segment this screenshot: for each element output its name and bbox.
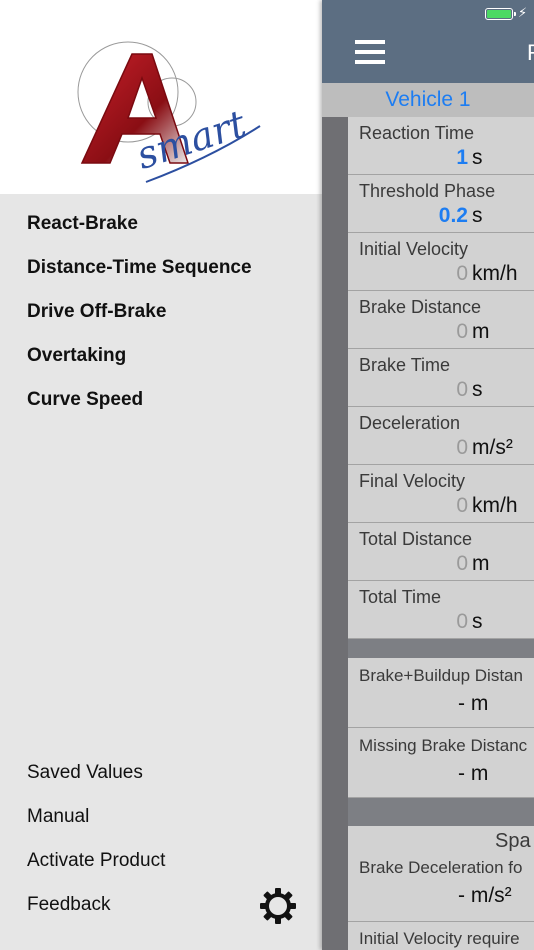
result-brake-deceleration: Brake Deceleration fo - m/s² — [348, 826, 534, 922]
side-strip — [322, 117, 348, 950]
side-drawer: smart React-Brake Distance-Time Sequence… — [0, 0, 322, 950]
deceleration-input[interactable]: 0 — [456, 436, 468, 460]
total-distance-input[interactable]: 0 — [456, 552, 468, 576]
main-menu: React-Brake Distance-Time Sequence Drive… — [27, 202, 252, 422]
result-label: Initial Velocity require — [359, 929, 520, 948]
row-label: Final Velocity — [359, 471, 466, 491]
row-label: Threshold Phase — [359, 181, 496, 201]
row-unit: s — [472, 610, 483, 633]
battery-icon — [485, 8, 516, 20]
row-unit: s — [472, 146, 483, 169]
threshold-phase-input[interactable]: 0.2 — [439, 204, 468, 228]
result-value: - m — [458, 692, 489, 715]
menu-item-curve-speed[interactable]: Curve Speed — [27, 378, 252, 422]
row-label: Brake Time — [359, 355, 451, 375]
row-threshold-phase: Threshold Phase 0.2 s — [348, 175, 534, 233]
hamburger-menu-icon[interactable] — [355, 40, 385, 64]
result-label: Missing Brake Distanc — [359, 736, 528, 755]
tab-vehicle-1[interactable]: Vehicle 1 — [322, 83, 534, 117]
final-velocity-input[interactable]: 0 — [456, 494, 468, 518]
brake-distance-input[interactable]: 0 — [456, 320, 468, 344]
secondary-menu: Saved Values Manual Activate Product Fee… — [27, 751, 165, 927]
logo-text: smart — [131, 101, 251, 178]
total-time-input[interactable]: 0 — [456, 610, 468, 634]
result-label: Brake+Buildup Distan — [359, 666, 523, 685]
row-initial-velocity: Initial Velocity 0 km/h — [348, 233, 534, 291]
row-label: Total Distance — [359, 529, 473, 549]
menu-item-overtaking[interactable]: Overtaking — [27, 334, 252, 378]
row-unit: s — [472, 378, 483, 401]
result-label: Brake Deceleration fo — [359, 858, 523, 877]
nav-bar: ⚡ R — [322, 0, 534, 83]
results-box: Brake+Buildup Distan - m Missing Brake D… — [348, 658, 534, 798]
section-box: Spa Brake Deceleration fo - m/s² Initial… — [348, 826, 534, 950]
row-final-velocity: Final Velocity 0 km/h — [348, 465, 534, 523]
reaction-time-input[interactable]: 1 — [456, 146, 468, 170]
row-unit: m/s² — [472, 436, 513, 459]
row-deceleration: Deceleration 0 m/s² — [348, 407, 534, 465]
menu-item-saved-values[interactable]: Saved Values — [27, 751, 165, 795]
row-label: Deceleration — [359, 413, 461, 433]
row-label: Initial Velocity — [359, 239, 469, 259]
menu-item-activate-product[interactable]: Activate Product — [27, 839, 165, 883]
row-total-distance: Total Distance 0 m — [348, 523, 534, 581]
menu-item-drive-off-brake[interactable]: Drive Off-Brake — [27, 290, 252, 334]
result-value: - m — [458, 762, 489, 785]
row-unit: m — [472, 552, 490, 575]
calculator-panel: ⚡ R Vehicle 1 Reaction Time 1 s Threshol… — [322, 0, 534, 950]
menu-item-react-brake[interactable]: React-Brake — [27, 202, 252, 246]
app-logo: smart — [77, 41, 261, 183]
charging-icon: ⚡ — [518, 5, 528, 20]
row-total-time: Total Time 0 s — [348, 581, 534, 639]
gear-icon[interactable] — [258, 886, 298, 926]
row-reaction-time: Reaction Time 1 s — [348, 117, 534, 175]
result-value: - m/s² — [458, 884, 512, 907]
brake-time-input[interactable]: 0 — [456, 378, 468, 402]
nav-title: R — [527, 40, 534, 66]
row-unit: km/h — [472, 494, 518, 517]
row-brake-time: Brake Time 0 s — [348, 349, 534, 407]
row-label: Total Time — [359, 587, 442, 607]
menu-item-feedback[interactable]: Feedback — [27, 883, 165, 927]
row-label: Brake Distance — [359, 297, 482, 317]
row-unit: km/h — [472, 262, 518, 285]
row-brake-distance: Brake Distance 0 m — [348, 291, 534, 349]
row-unit: m — [472, 320, 490, 343]
initial-velocity-input[interactable]: 0 — [456, 262, 468, 286]
row-unit: s — [472, 204, 483, 227]
row-label: Reaction Time — [359, 123, 475, 143]
result-missing-brake-distance: Missing Brake Distanc - m — [348, 728, 534, 798]
input-list: Reaction Time 1 s Threshold Phase 0.2 s … — [348, 117, 534, 639]
result-brake-buildup-distance: Brake+Buildup Distan - m — [348, 658, 534, 728]
menu-item-manual[interactable]: Manual — [27, 795, 165, 839]
menu-item-distance-time-sequence[interactable]: Distance-Time Sequence — [27, 246, 252, 290]
logo-area: smart — [0, 0, 322, 194]
result-initial-velocity-required: Initial Velocity require — [348, 922, 534, 950]
